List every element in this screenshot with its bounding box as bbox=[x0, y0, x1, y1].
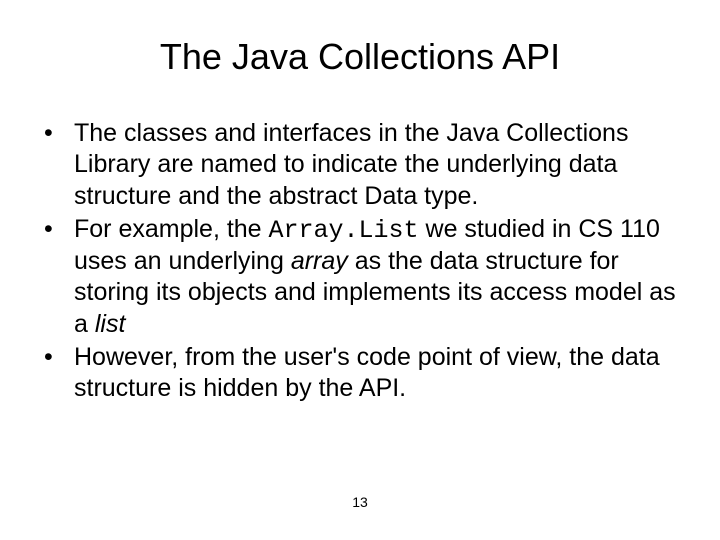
text-run: Array.List bbox=[269, 216, 419, 245]
slide-title: The Java Collections API bbox=[40, 36, 680, 78]
text-run: The classes and interfaces in the Java C… bbox=[74, 119, 628, 210]
bullet-list: The classes and interfaces in the Java C… bbox=[40, 118, 680, 404]
text-run: list bbox=[95, 310, 126, 338]
bullet-item: For example, the Array.List we studied i… bbox=[40, 214, 680, 340]
page-number: 13 bbox=[352, 494, 368, 510]
bullet-item: The classes and interfaces in the Java C… bbox=[40, 118, 680, 212]
text-run: However, from the user's code point of v… bbox=[74, 343, 660, 402]
text-run: For example, the bbox=[74, 215, 269, 243]
bullet-item: However, from the user's code point of v… bbox=[40, 342, 680, 405]
text-run: array bbox=[291, 247, 348, 275]
